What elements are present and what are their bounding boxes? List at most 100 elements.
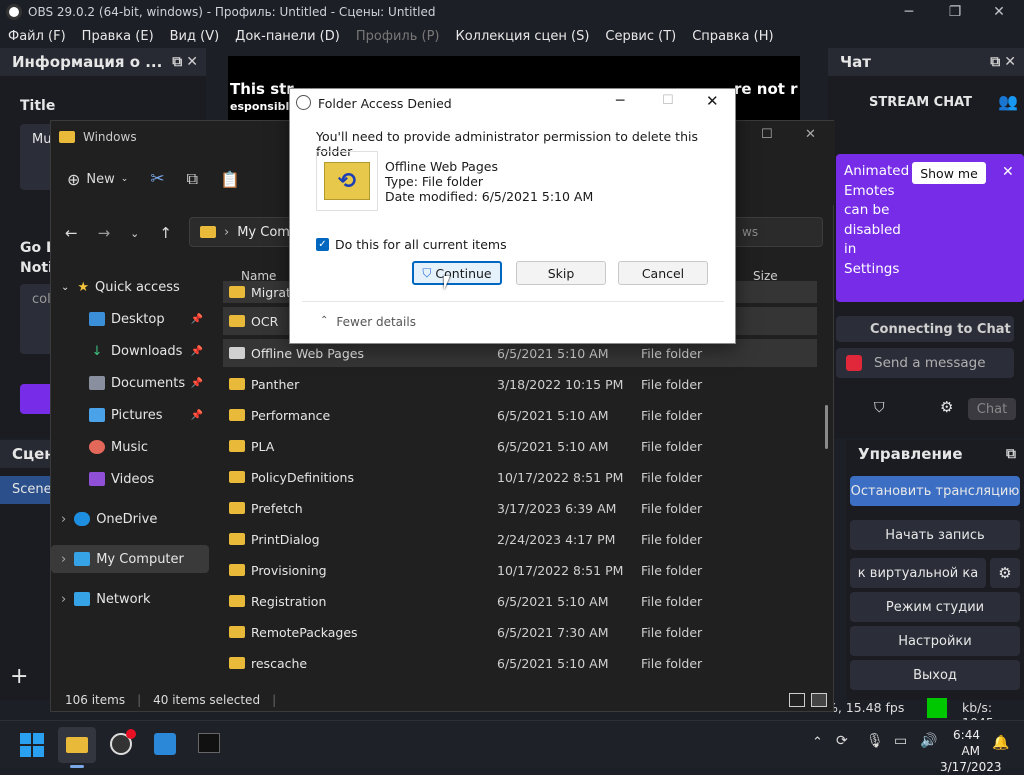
nav-desktop[interactable]: Desktop 📌 (51, 305, 209, 333)
dialog-minimize-icon[interactable]: ─ (616, 93, 624, 109)
nav-pictures[interactable]: Pictures 📌 (51, 401, 209, 429)
virtual-camera-settings-icon[interactable]: ⚙ (990, 558, 1020, 588)
explorer-maximize-icon[interactable]: ☐ (761, 127, 773, 142)
nav-quick-access[interactable]: ⌄ ★ Quick access (51, 273, 209, 301)
display-icon[interactable]: ▭ (894, 733, 907, 749)
copy-icon[interactable]: ⧉ (187, 169, 198, 189)
shield-icon[interactable]: ⛉ (874, 400, 885, 416)
apply-all-checkbox[interactable]: ✓ Do this for all current items (316, 237, 507, 252)
virtual-camera-button[interactable]: к виртуальной ка (850, 558, 986, 588)
menu-scene-collection[interactable]: Коллекция сцен (S) (447, 29, 597, 44)
file-row[interactable]: PolicyDefinitions 10/17/2022 8:51 PM File … (223, 463, 817, 491)
up-arrow-icon[interactable]: ↑ (159, 224, 172, 242)
chat-send-button[interactable]: Chat (968, 398, 1016, 420)
studio-mode-button[interactable]: Режим студии (850, 592, 1020, 622)
file-row[interactable]: PLA 6/5/2021 5:10 AM File folder (223, 432, 817, 460)
show-me-button[interactable]: Show me (912, 162, 986, 184)
nav-my-computer[interactable]: › My Computer (51, 545, 209, 573)
forward-arrow-icon[interactable]: → (98, 224, 111, 242)
cut-icon[interactable]: ✂ (150, 169, 164, 189)
cancel-button[interactable]: Cancel (618, 261, 708, 285)
file-row[interactable]: Panther 3/18/2022 10:15 PM File folder (223, 370, 817, 398)
undock-chat-icon[interactable]: ⧉ (990, 54, 1000, 70)
nav-documents[interactable]: Documents 📌 (51, 369, 209, 397)
start-windows-icon[interactable] (20, 733, 44, 757)
new-button[interactable]: ⊕ New ⌄ (67, 170, 128, 189)
fewer-details-toggle[interactable]: ⌃ Fewer details (320, 315, 416, 329)
network-icon (74, 592, 91, 606)
menu-docks[interactable]: Док-панели (D) (227, 29, 348, 44)
menu-tools[interactable]: Сервис (T) (597, 29, 684, 44)
close-promo-icon[interactable]: ✕ (1002, 164, 1014, 180)
microphone-icon[interactable]: 🎙 (866, 733, 884, 749)
minimize-icon[interactable]: ─ (886, 0, 932, 24)
undock-controls-icon[interactable]: ⧉ (1006, 446, 1016, 462)
scene-item[interactable]: Scene (0, 476, 52, 504)
photos-app-icon[interactable] (154, 733, 176, 755)
skip-button[interactable]: Skip (516, 261, 606, 285)
nav-videos[interactable]: Videos (51, 465, 209, 493)
pin-icon: 📌 (190, 409, 203, 421)
back-arrow-icon[interactable]: ← (65, 224, 78, 242)
maximize-icon[interactable]: ❐ (932, 0, 978, 24)
scrollbar-thumb[interactable] (825, 405, 828, 449)
file-row[interactable]: Provisioning 10/17/2022 8:51 PM File folde… (223, 556, 817, 584)
item-name: Offline Web Pages (385, 159, 498, 174)
paste-icon[interactable]: 📋 (220, 170, 240, 189)
tiles-view-icon[interactable] (811, 693, 827, 707)
obs-logo-icon (6, 4, 22, 20)
menu-edit[interactable]: Правка (E) (74, 29, 162, 44)
terminal-app-icon[interactable] (198, 733, 220, 753)
selected-count: 40 items selected (153, 693, 261, 707)
controls-dock-title: Управление ⧉ (846, 440, 1024, 468)
offline-web-pages-icon: ⟲ (324, 162, 370, 200)
nav-music[interactable]: Music (51, 433, 209, 461)
undock-icon[interactable]: ⧉ (172, 54, 182, 70)
close-icon[interactable]: ✕ (976, 0, 1022, 24)
clock-time: 6:44 AM (953, 728, 980, 758)
tray-chevron-up-icon[interactable]: ⌃ (812, 735, 823, 750)
notification-bell-icon[interactable]: 🔔 (992, 735, 1009, 751)
settings-gear-icon[interactable]: ⚙ (940, 398, 953, 416)
chat-header: STREAM CHAT (869, 94, 972, 110)
dialog-close-icon[interactable]: ✕ (706, 92, 719, 110)
nav-downloads[interactable]: ↓ Downloads 📌 (51, 337, 209, 365)
exit-button[interactable]: Выход (850, 660, 1020, 690)
folder-icon (229, 595, 245, 607)
chat-dock-title: Чат ⧉ ✕ (828, 48, 1024, 76)
file-row[interactable]: Performance 6/5/2021 5:10 AM File folder (223, 401, 817, 429)
menu-file[interactable]: Файл (F) (0, 29, 74, 44)
file-row[interactable]: Registration 6/5/2021 5:10 AM File folder (223, 587, 817, 615)
details-view-icon[interactable] (789, 693, 805, 707)
settings-button[interactable]: Настройки (850, 626, 1020, 656)
explorer-close-icon[interactable]: ✕ (805, 127, 816, 142)
users-icon[interactable]: 👥 (998, 92, 1018, 111)
search-input[interactable]: ws (723, 217, 823, 247)
recent-dropdown-icon[interactable]: ⌄ (130, 227, 139, 240)
file-row[interactable]: PrintDialog 2/24/2023 4:17 PM File folder (223, 525, 817, 553)
stop-stream-button[interactable]: Остановить трансляцию (850, 476, 1020, 506)
sync-icon[interactable]: ⟳ (836, 733, 848, 749)
file-row[interactable]: Prefetch 3/17/2023 6:39 AM File folder (223, 494, 817, 522)
menu-profile[interactable]: Профиль (P) (348, 29, 448, 44)
taskbar-file-explorer[interactable] (58, 727, 96, 763)
nav-onedrive[interactable]: › OneDrive (51, 505, 209, 533)
folder-icon (59, 131, 75, 143)
item-count: 106 items (65, 693, 126, 707)
add-scene-icon[interactable]: + (10, 664, 28, 689)
close-dock-icon[interactable]: ✕ (186, 54, 198, 70)
continue-button[interactable]: ⛉ Continue (412, 261, 502, 285)
file-row[interactable]: rescache 6/5/2021 5:10 AM File folder (223, 649, 817, 677)
close-chat-icon[interactable]: ✕ (1004, 54, 1016, 70)
send-message-input[interactable]: Send a message (836, 348, 1014, 378)
title-label: Title (20, 98, 56, 114)
menu-help[interactable]: Справка (H) (684, 29, 781, 44)
nav-network[interactable]: › Network (51, 585, 209, 613)
promo-text: Animated Emotes can be disabled in Setti… (844, 163, 910, 277)
stream-health-indicator (927, 698, 947, 718)
menu-view[interactable]: Вид (V) (162, 29, 228, 44)
uac-shield-icon: ⛉ (422, 265, 432, 280)
start-record-button[interactable]: Начать запись (850, 520, 1020, 550)
speaker-icon[interactable]: 🔊 (920, 733, 937, 749)
file-row[interactable]: RemotePackages 6/5/2021 7:30 AM File folde… (223, 618, 817, 646)
